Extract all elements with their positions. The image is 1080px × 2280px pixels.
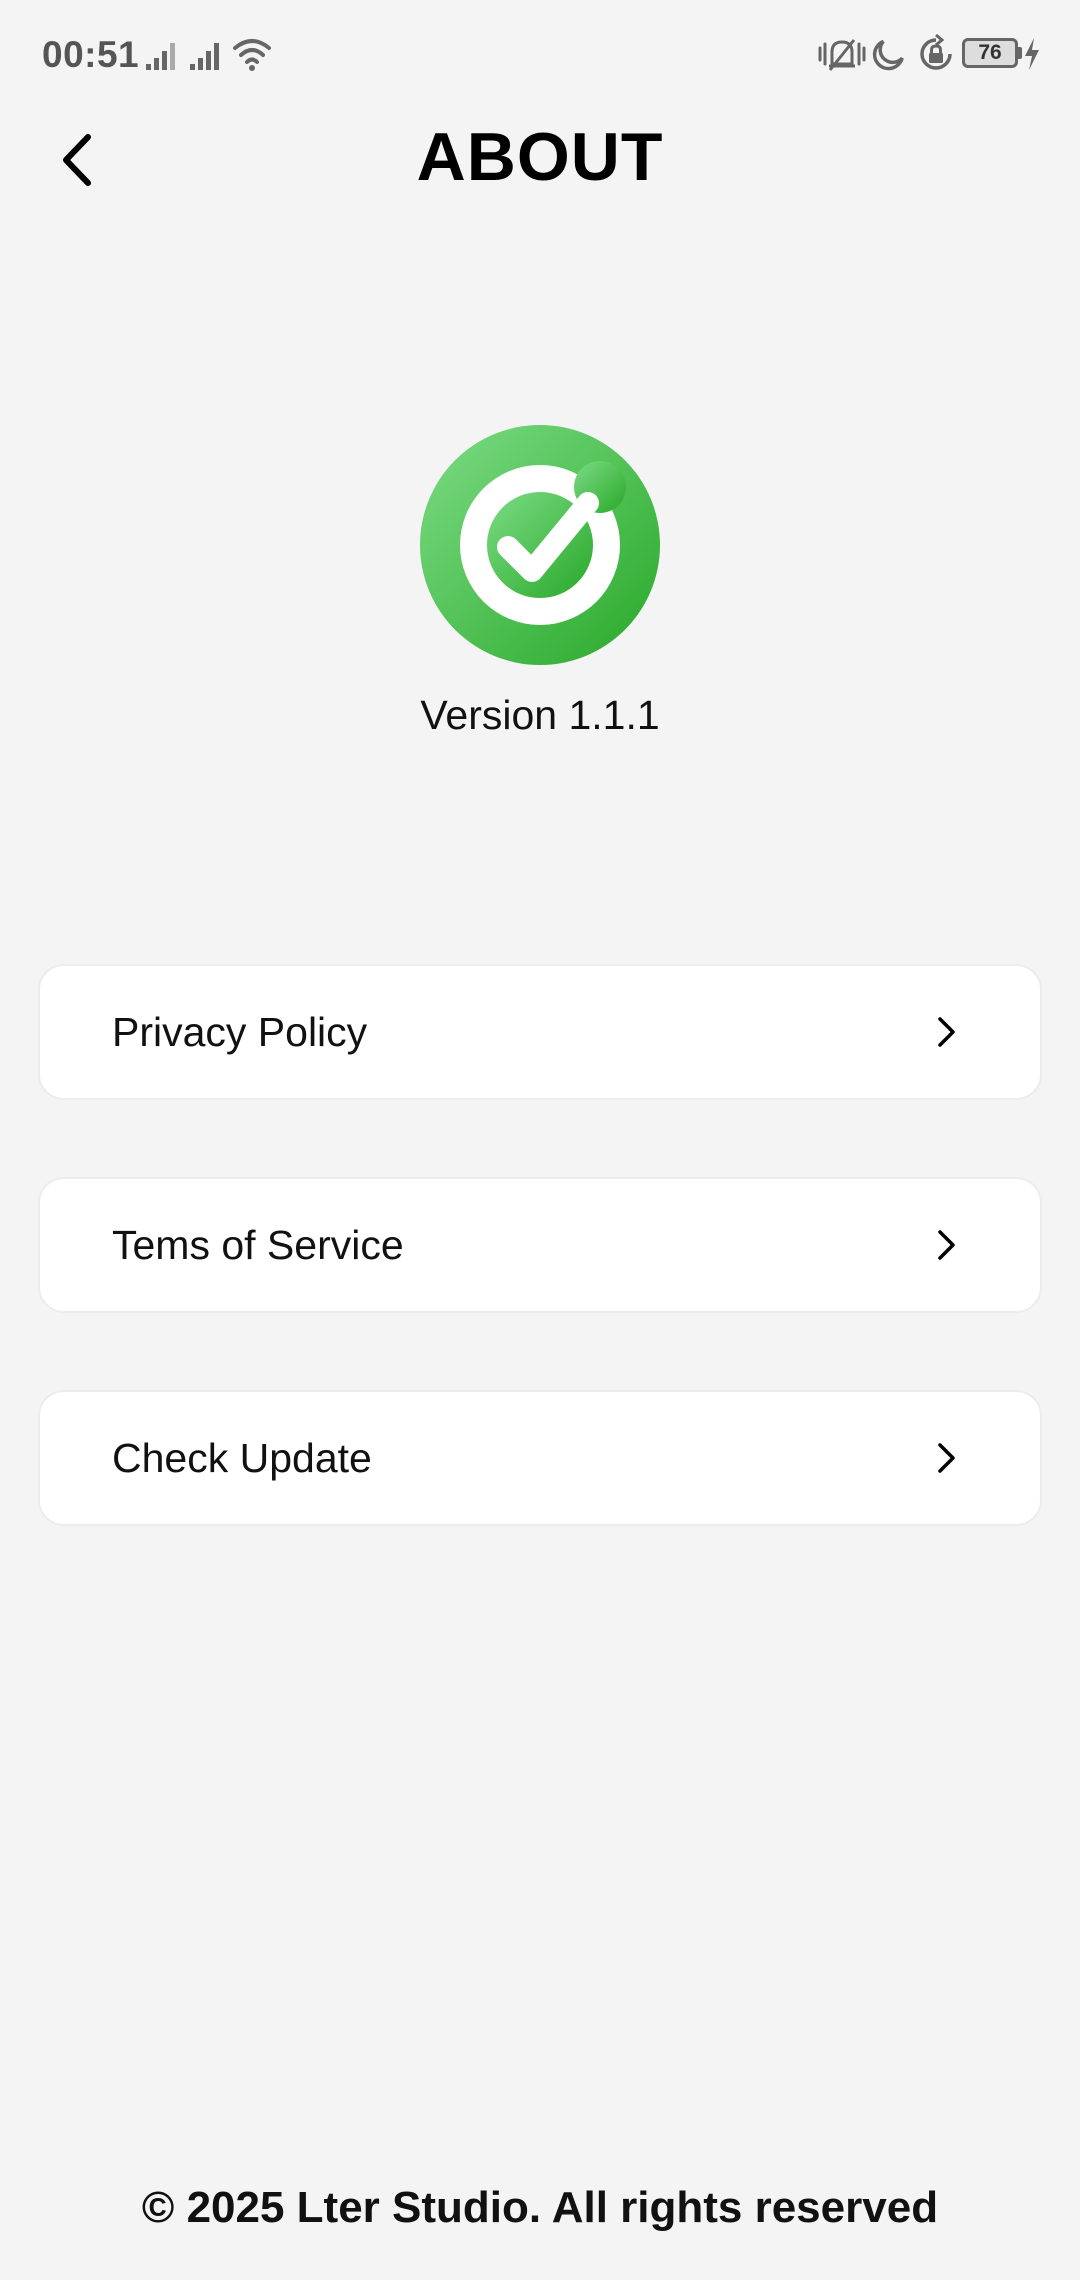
chevron-right-icon (938, 1230, 955, 1260)
chevron-right-icon (938, 1443, 955, 1473)
copyright-footer: © 2025 Lter Studio. All rights reserved (141, 2183, 939, 2232)
battery-icon: 76 (962, 38, 1018, 68)
check-update-item[interactable]: Check Update (38, 1390, 1042, 1526)
battery-level: 76 (978, 41, 1002, 64)
chevron-right-icon (938, 1017, 955, 1047)
privacy-policy-item[interactable]: Privacy Policy (38, 964, 1042, 1100)
app-version: Version 1.1.1 (420, 692, 660, 738)
menu-item-label: Tems of Service (112, 1222, 404, 1268)
menu-item-label: Privacy Policy (112, 1009, 368, 1055)
wifi-icon (233, 39, 271, 71)
status-bar: 00:51 76 (0, 0, 1080, 110)
menu-item-label: Check Update (112, 1435, 372, 1481)
cellular-signal-icon (190, 43, 219, 70)
check-circle-logo-icon (420, 425, 660, 665)
vibrate-icon (818, 39, 866, 71)
charging-icon (1025, 38, 1039, 70)
cellular-signal-icon (146, 43, 175, 70)
status-time: 00:51 (42, 34, 140, 75)
terms-of-service-item[interactable]: Tems of Service (38, 1177, 1042, 1313)
do-not-disturb-icon (872, 39, 904, 71)
page-title: ABOUT (416, 119, 664, 195)
rotation-lock-icon (920, 34, 952, 70)
